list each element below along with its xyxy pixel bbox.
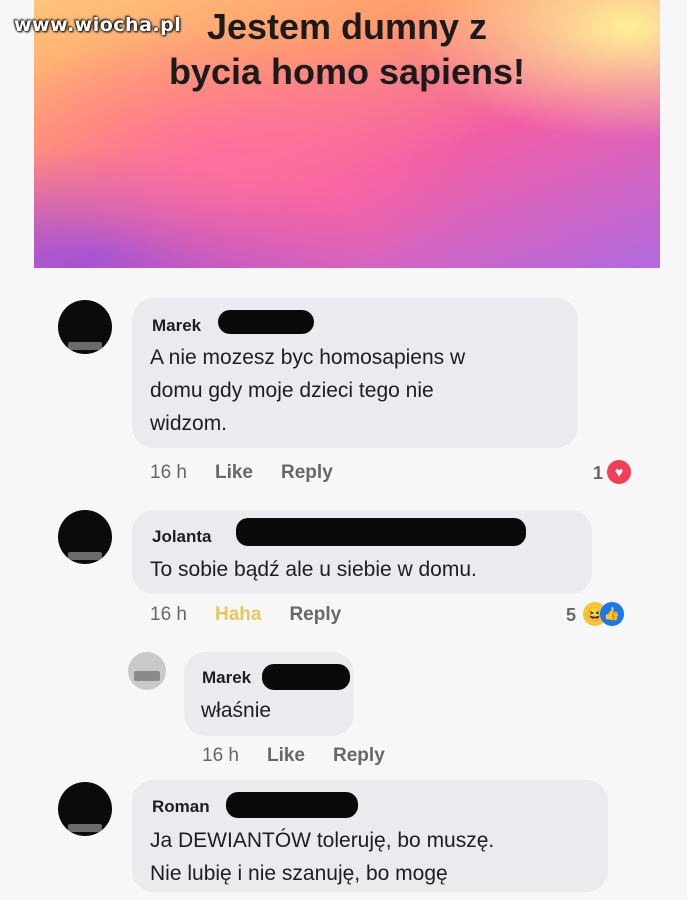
censor-bar	[218, 310, 314, 334]
comment-text: To sobie bądź ale u siebie w domu.	[150, 553, 477, 586]
comment-author[interactable]: Marek	[202, 668, 251, 688]
comment-author[interactable]: Jolanta	[152, 527, 212, 547]
haha-button[interactable]: Haha	[215, 604, 261, 626]
censor-bar	[226, 792, 358, 818]
site-watermark: www.wiocha.pl	[14, 14, 182, 36]
like-button[interactable]: Like	[267, 745, 305, 767]
comment-timestamp[interactable]: 16 h	[202, 745, 239, 767]
comment-text-line: Nie lubię i nie szanuję, bo mogę	[150, 862, 448, 885]
like-reaction-icon[interactable]: 👍	[600, 602, 624, 626]
comment-author[interactable]: Marek	[152, 316, 201, 336]
comment-text-line: A nie mozesz byc homosapiens w	[150, 346, 466, 369]
reaction-count[interactable]: 5	[566, 605, 576, 626]
censor-bar	[236, 518, 526, 546]
avatar[interactable]	[58, 300, 112, 354]
post-title-line-2: bycia homo sapiens!	[168, 51, 526, 92]
like-button[interactable]: Like	[215, 462, 253, 484]
comment-text-line: domu gdy moje dzieci tego nie	[150, 379, 434, 402]
reply-button[interactable]: Reply	[333, 745, 385, 767]
comment-author[interactable]: Roman	[152, 797, 210, 817]
avatar[interactable]	[58, 782, 112, 836]
comment-text: Ja DEWIANTÓW toleruję, bo muszę. Nie lub…	[150, 824, 494, 890]
comment-actions: 16 h Like Reply	[150, 462, 333, 484]
avatar[interactable]	[128, 652, 166, 690]
reply-button[interactable]: Reply	[289, 604, 341, 626]
comment-text-line: właśnie	[201, 699, 272, 722]
reply-button[interactable]: Reply	[281, 462, 333, 484]
comment-actions: 16 h Haha Reply	[150, 604, 341, 626]
comment-text-line: Ja DEWIANTÓW toleruję, bo muszę.	[150, 829, 495, 852]
comment-text-line: widzom.	[150, 412, 228, 435]
avatar[interactable]	[58, 510, 112, 564]
reaction-count[interactable]: 1	[593, 463, 603, 484]
post-banner: Jestem dumny z bycia homo sapiens!	[34, 0, 660, 268]
comment-text-line: To sobie bądź ale u siebie w domu.	[150, 558, 477, 581]
heart-reaction-icon[interactable]: ♥	[607, 460, 631, 484]
comment-timestamp[interactable]: 16 h	[150, 462, 187, 484]
comment-timestamp[interactable]: 16 h	[150, 604, 187, 626]
comment-actions: 16 h Like Reply	[202, 745, 385, 767]
comment-text: właśnie	[201, 694, 271, 727]
censor-bar	[262, 664, 350, 690]
comment-text: A nie mozesz byc homosapiens w domu gdy …	[150, 341, 465, 440]
